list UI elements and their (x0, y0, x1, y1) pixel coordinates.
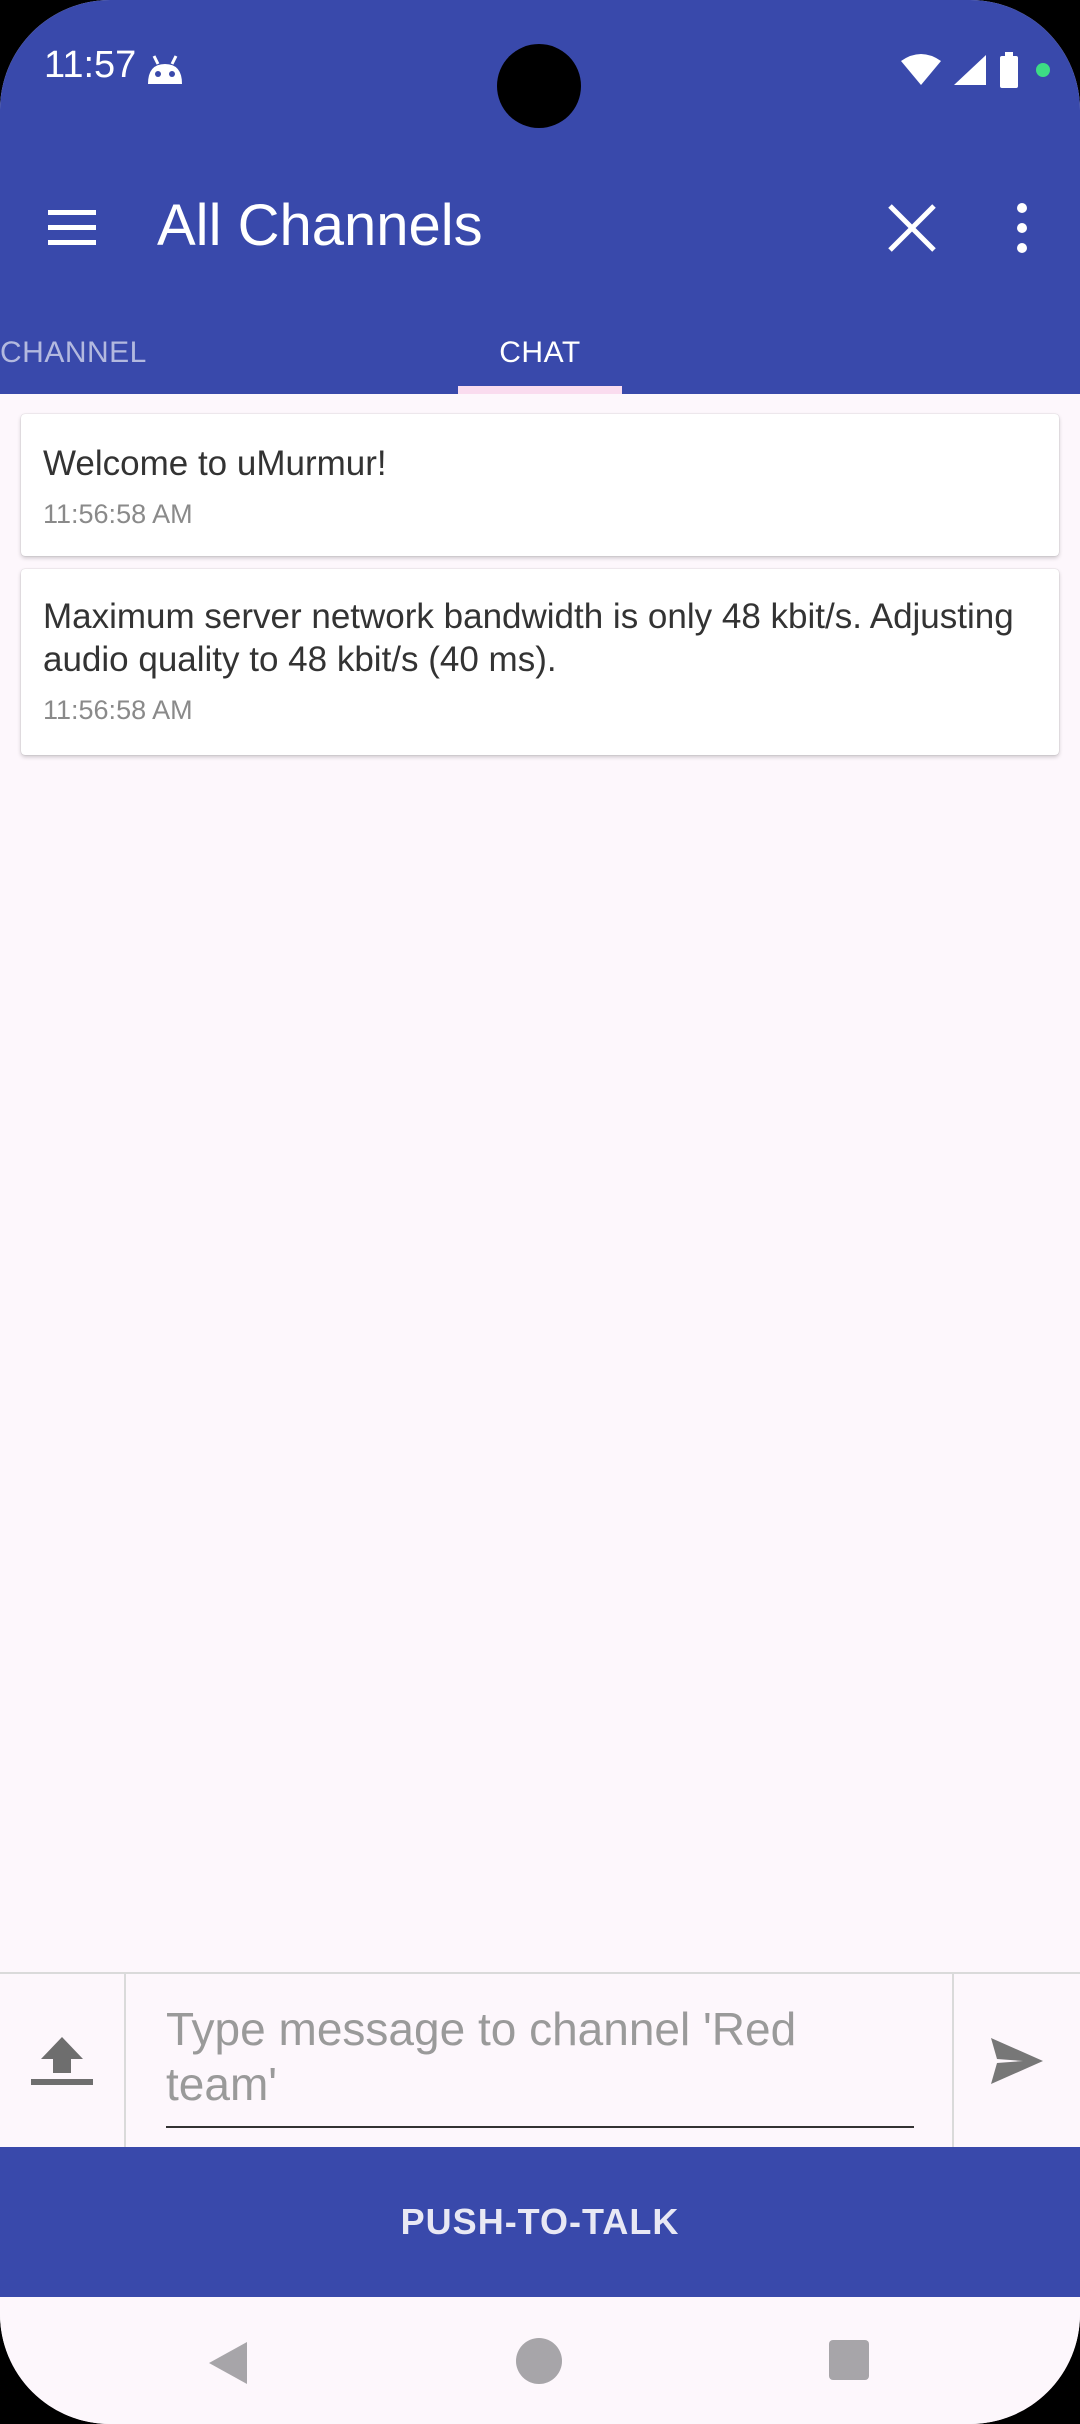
status-time: 11:57 (44, 44, 137, 86)
recents-icon[interactable] (829, 2340, 869, 2380)
tab-indicator (458, 386, 622, 394)
push-to-talk-button[interactable]: PUSH-TO-TALK (0, 2147, 1080, 2297)
message-time: 11:56:58 AM (43, 695, 193, 725)
upload-icon (31, 2036, 93, 2085)
message-text: Welcome to uMurmur! (43, 444, 387, 483)
phone-screen: 11:57 All Channels CHANNEL CHAT Welcome … (0, 0, 1080, 2424)
send-button[interactable] (952, 1974, 1080, 2147)
privacy-indicator-dot (1036, 63, 1050, 77)
message-time: 11:56:58 AM (43, 499, 193, 529)
wifi-icon (901, 54, 941, 85)
push-to-talk-label: PUSH-TO-TALK (400, 2201, 680, 2242)
chat-message: Maximum server network bandwidth is only… (21, 569, 1059, 755)
close-icon[interactable] (880, 196, 944, 260)
chat-message: Welcome to uMurmur! 11:56:58 AM (21, 414, 1059, 556)
send-icon (991, 2037, 1043, 2084)
message-input[interactable]: Type message to channel 'Red team' (166, 2002, 914, 2128)
page-title: All Channels (157, 193, 483, 258)
upload-button[interactable] (0, 1974, 126, 2147)
app-bar: 11:57 All Channels CHANNEL CHAT (0, 0, 1080, 394)
camera-cutout (497, 44, 581, 128)
tab-chat[interactable]: CHAT (458, 336, 622, 370)
menu-icon[interactable] (44, 200, 100, 256)
status-icons (900, 50, 1050, 90)
message-text: Maximum server network bandwidth is only… (43, 597, 1014, 679)
signal-icon (954, 55, 986, 85)
message-input-placeholder: Type message to channel 'Red team' (166, 2003, 797, 2110)
message-composer: Type message to channel 'Red team' (0, 1972, 1080, 2147)
home-icon[interactable] (516, 2338, 562, 2384)
back-icon[interactable] (205, 2340, 249, 2386)
more-vert-icon[interactable] (1006, 196, 1038, 260)
android-debug-icon (148, 55, 182, 84)
battery-icon (1000, 52, 1018, 88)
tab-channel[interactable]: CHANNEL (0, 336, 147, 370)
